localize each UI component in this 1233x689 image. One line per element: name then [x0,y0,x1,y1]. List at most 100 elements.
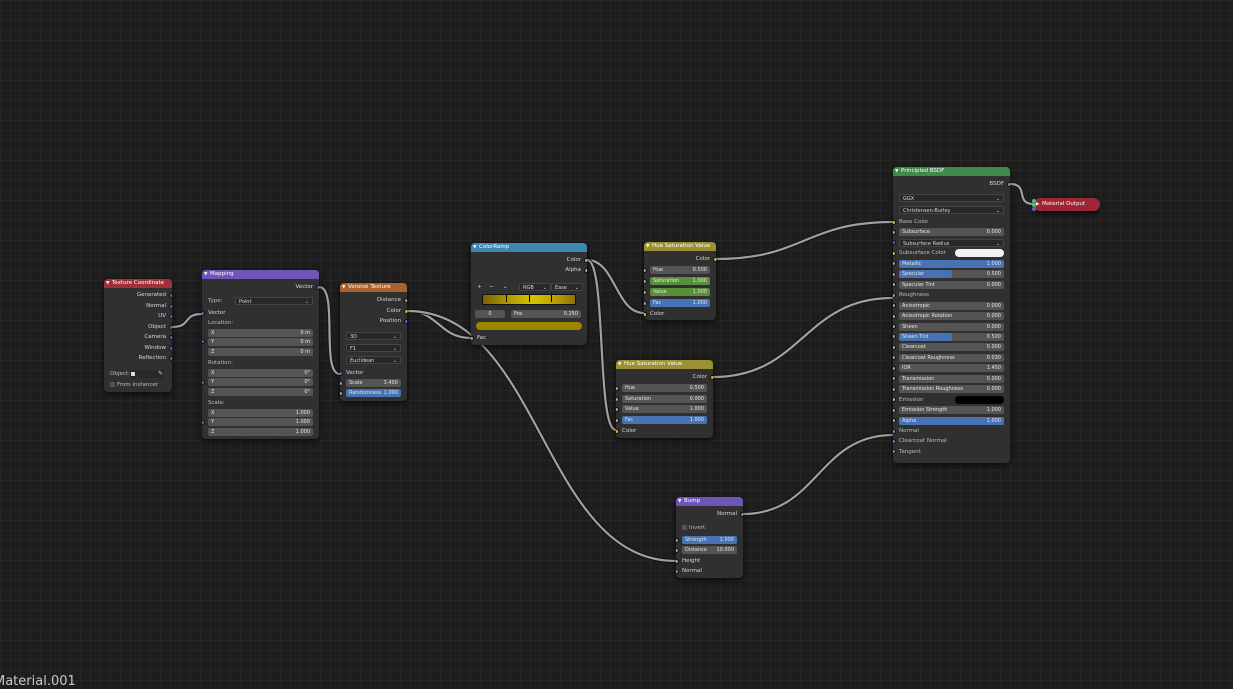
ramp-toolbar[interactable]: + − ⌄ RGB ⌄ Ease ⌄ [471,282,587,292]
mapping-node[interactable]: ▼ Mapping Vector Type: Point ⌄ Vector Loca… [202,270,319,439]
stop-color-swatch[interactable] [476,322,582,330]
bsdf-input-sheen-tint[interactable]: Sheen Tint 0.500 [893,332,1010,342]
rotation-y[interactable]: Y 0° [202,377,319,387]
output-bsdf[interactable]: BSDF [893,179,1010,189]
value-field[interactable]: Value 1.000 [616,404,713,414]
output-vector[interactable]: Vector [202,282,319,292]
socket-icon[interactable] [644,289,647,295]
output-camera[interactable]: Camera [104,332,172,342]
collapse-icon[interactable]: ▼ [678,497,681,506]
socket-icon[interactable] [584,267,587,273]
node-header[interactable]: ▶ Material Output [1034,198,1100,211]
output-position[interactable]: Position [340,316,407,326]
output-color[interactable]: Color [471,255,587,265]
collapse-icon[interactable]: ▼ [204,270,207,279]
color-ramp-node[interactable]: ▼ ColorRamp Color Alpha + − ⌄ RGB ⌄ Ease ⌄ … [471,243,587,345]
fac-field[interactable]: Fac 1.000 [616,415,713,425]
collapse-icon[interactable]: ▼ [473,243,476,252]
stop-position-field[interactable]: Pos 0.250 [511,310,581,318]
node-link[interactable] [1009,182,1035,206]
socket-icon[interactable] [644,267,647,273]
socket-icon[interactable] [676,547,679,553]
socket-icon[interactable] [893,229,896,235]
socket-icon[interactable] [340,380,343,386]
socket-icon[interactable] [616,396,619,402]
socket-icon[interactable] [202,310,205,316]
principled-bsdf-node[interactable]: ▼ Principled BSDF BSDF GGX ⌄ Christensen-B… [893,167,1010,463]
bsdf-input-subsurface-radius[interactable]: Subsurface Radius ⌄ [893,238,1010,248]
socket-icon[interactable] [893,313,896,319]
socket-icon[interactable] [616,428,619,434]
scale-y[interactable]: Y 1.000 [202,417,319,427]
collapse-icon[interactable]: ▼ [106,279,109,288]
node-header[interactable]: ▼ Principled BSDF [893,167,1010,176]
collapse-icon[interactable]: ▼ [646,242,649,251]
hue-saturation-value-node[interactable]: ▼ Hue Saturation Value Color Hue 0.500 Sat… [644,242,716,320]
bsdf-input-emission-strength[interactable]: Emission Strength 1.000 [893,405,1010,415]
saturation-field[interactable]: Saturation 0.000 [616,394,713,404]
socket-icon[interactable] [169,324,172,330]
node-header[interactable]: ▼ Mapping [202,270,319,279]
stop-index-row[interactable]: 0 Pos 0.250 [471,309,587,319]
socket-icon[interactable] [169,345,172,351]
bsdf-input-clearcoat-roughness[interactable]: Clearcoat Roughness 0.030 [893,353,1010,363]
interpolation-dropdown[interactable]: Ease ⌄ [551,283,583,291]
node-link[interactable] [715,220,894,261]
socket-icon[interactable] [893,303,896,309]
socket-icon[interactable] [644,300,647,306]
socket-icon[interactable] [710,374,713,380]
socket-icon[interactable] [644,278,647,284]
collapse-icon[interactable]: ▼ [342,283,345,292]
output-uv[interactable]: UV [104,311,172,321]
input-vector[interactable]: Vector [202,308,319,318]
ramp-stop-marker[interactable] [551,295,552,302]
bsdf-input-emission[interactable]: Emission [893,395,1010,405]
remove-stop-button[interactable]: − [489,282,494,292]
bsdf-input-normal[interactable]: Normal [893,426,1010,436]
hue-saturation-value-node-2[interactable]: ▼ Hue Saturation Value Color Hue 0.500 Sat… [616,360,713,438]
bsdf-input-subsurface-color[interactable]: Subsurface Color [893,248,1010,258]
bsdf-input-specular[interactable]: Specular 0.500 [893,269,1010,279]
node-header[interactable]: ▼ Hue Saturation Value [616,360,713,369]
input-normal[interactable]: Normal [676,566,743,576]
ramp-menu-button[interactable]: ⌄ [503,282,508,292]
socket-icon[interactable] [616,417,619,423]
socket-icon[interactable] [676,558,679,564]
socket-icon[interactable] [676,537,679,543]
bsdf-input-metallic[interactable]: Metallic 1.000 [893,259,1010,269]
socket-icon[interactable] [404,308,407,314]
bsdf-input-clearcoat[interactable]: Clearcoat 0.000 [893,342,1010,352]
node-link[interactable] [586,258,617,432]
socket-icon[interactable] [893,355,896,361]
value-slider[interactable]: Subsurface 0.000 [899,228,1004,237]
socket-icon[interactable] [340,390,343,396]
texture-coordinate-node[interactable]: ▼ Texture Coordinate Generated Normal UV … [104,279,172,392]
value-field[interactable]: Value 1.000 [644,287,716,297]
socket-icon[interactable] [893,418,896,424]
socket-icon[interactable] [316,284,319,290]
socket-icon[interactable] [893,282,896,288]
value-slider[interactable]: Sheen Tint 0.500 [899,332,1004,341]
value-slider[interactable]: Clearcoat Roughness 0.030 [899,353,1004,362]
location-y[interactable]: Y 0 m [202,337,319,347]
value-slider[interactable]: Anisotropic 0.000 [899,301,1004,310]
socket-icon[interactable] [404,318,407,324]
value-slider[interactable]: Sheen 0.000 [899,322,1004,331]
stop-index-field[interactable]: 0 [475,310,505,318]
bsdf-input-ior[interactable]: IOR 1.450 [893,363,1010,373]
hue-field[interactable]: Hue 0.500 [616,383,713,393]
socket-icon[interactable] [893,407,896,413]
value-slider[interactable]: Transmission Roughness 0.000 [899,385,1004,394]
bsdf-input-anisotropic-rotation[interactable]: Anisotropic Rotation 0.000 [893,311,1010,321]
socket-icon[interactable] [713,256,716,262]
scale-z[interactable]: Z 1.000 [202,427,319,437]
ramp-stop-marker[interactable] [529,295,530,302]
socket-icon[interactable] [404,297,407,303]
output-generated[interactable]: Generated [104,290,172,300]
value-slider[interactable]: Clearcoat 0.000 [899,343,1004,352]
socket-icon[interactable] [893,334,896,340]
node-link[interactable] [742,433,894,516]
type-row[interactable]: Type: Point ⌄ [202,296,319,306]
socket-icon[interactable] [616,385,619,391]
add-stop-button[interactable]: + [477,282,482,292]
